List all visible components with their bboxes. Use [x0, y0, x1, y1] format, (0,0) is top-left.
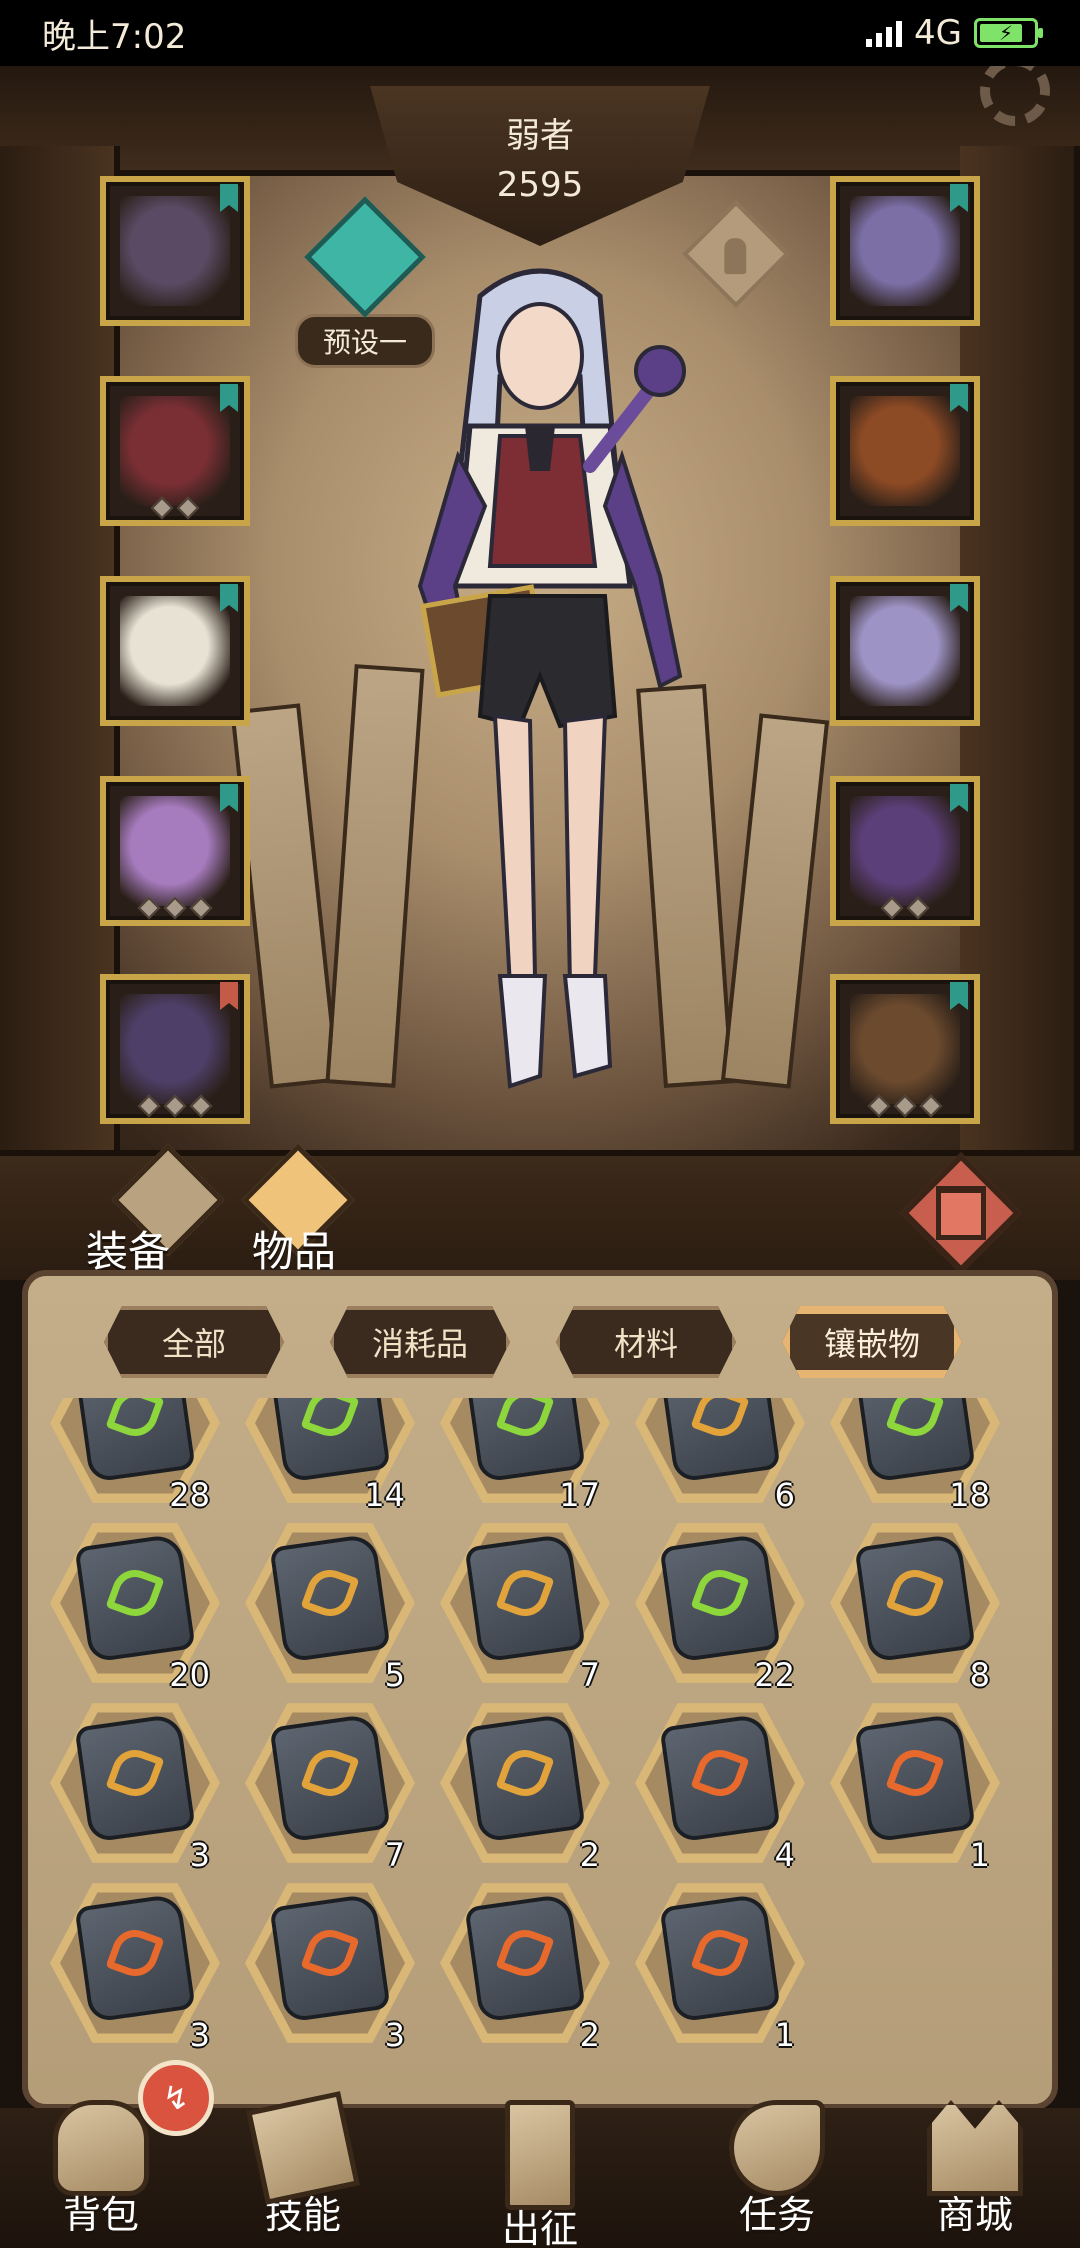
character-title: 弱者 [506, 116, 574, 156]
status-time: 晚上7:02 [42, 16, 187, 57]
power-score: 2595 [496, 165, 584, 205]
item-count: 17 [559, 1476, 600, 1514]
backpack-icon [53, 2100, 149, 2196]
equip-slot-armor[interactable] [100, 376, 250, 526]
nav-skills[interactable]: 技能 [218, 2091, 388, 2239]
item-count: 8 [969, 1656, 990, 1694]
inlay-item[interactable]: 2 [440, 1878, 610, 2054]
inlay-item[interactable]: 8 [830, 1518, 1000, 1694]
item-count: 3 [384, 2016, 405, 2054]
status-bar: 晚上7:02 4G ⚡ [0, 0, 1080, 66]
item-count: 7 [384, 1836, 405, 1874]
inlay-item[interactable]: 1 [635, 1878, 805, 2054]
inlay-item[interactable]: 4 [635, 1698, 805, 1874]
equip-slot-staff[interactable] [830, 776, 980, 926]
inlay-item[interactable]: 17 [440, 1398, 610, 1514]
item-count: 2 [579, 1836, 600, 1874]
nav-label: 出征 [501, 2207, 578, 2248]
filter-materials[interactable]: 材料 [556, 1306, 736, 1378]
item-count: 7 [579, 1656, 600, 1694]
nav-expedition[interactable]: 出征 [455, 2100, 625, 2248]
item-count: 2 [579, 2016, 600, 2054]
item-count: 18 [949, 1476, 990, 1514]
inlay-item[interactable]: 20 [50, 1518, 220, 1694]
item-count: 6 [774, 1476, 795, 1514]
equip-slot-gloves[interactable] [100, 576, 250, 726]
filter-inlays[interactable]: 镶嵌物 [782, 1306, 962, 1378]
shop-crown-icon [927, 2100, 1023, 2196]
inlay-item[interactable]: 3 [50, 1878, 220, 2054]
bracelet-icon [850, 396, 960, 506]
charging-bolt-icon: ⚡ [998, 21, 1014, 45]
spellbook-icon [850, 994, 960, 1104]
quest-horn-icon [729, 2100, 825, 2196]
nav-shop[interactable]: 商城 [890, 2100, 1060, 2239]
item-count: 5 [384, 1656, 405, 1694]
inlay-item[interactable]: 14 [245, 1398, 415, 1514]
item-count: 1 [969, 1836, 990, 1874]
socket-pips [106, 1094, 244, 1118]
item-count: 1 [774, 2016, 795, 2054]
filter-all[interactable]: 全部 [104, 1306, 284, 1378]
socket-pips [836, 1094, 974, 1118]
inlay-item[interactable]: 28 [50, 1398, 220, 1514]
vest-armor-icon [120, 396, 230, 506]
inlay-item[interactable]: 2 [440, 1698, 610, 1874]
inlay-item[interactable]: 3 [245, 1878, 415, 2054]
equip-slot-weapon[interactable] [100, 176, 250, 326]
ring-icon [850, 596, 960, 706]
socket-pips [106, 496, 244, 520]
item-count: 20 [169, 1656, 210, 1694]
item-count: 22 [754, 1656, 795, 1694]
item-count: 14 [364, 1476, 405, 1514]
inlay-grid: 28 14 17 6 18 20 5 7 22 8 3 7 2 4 1 3 3 2 1 [50, 1398, 1030, 2088]
inlay-item[interactable]: 6 [635, 1398, 805, 1514]
nav-quests[interactable]: 任务 [692, 2100, 862, 2239]
inlay-item[interactable]: 7 [245, 1698, 415, 1874]
equip-slot-ring[interactable] [830, 576, 980, 726]
inlay-item[interactable]: 22 [635, 1518, 805, 1694]
battery-charging-icon: ⚡ [974, 18, 1043, 48]
gloves-icon [120, 596, 230, 706]
nav-label: 背包 [62, 2193, 139, 2237]
boots-icon [120, 994, 230, 1104]
status-icons: 4G ⚡ [866, 13, 1043, 53]
item-count: 3 [189, 2016, 210, 2054]
equip-slot-boots[interactable] [100, 974, 250, 1124]
inlay-item[interactable]: 7 [440, 1518, 610, 1694]
inlay-item[interactable]: 3 [50, 1698, 220, 1874]
amulet-icon [850, 196, 960, 306]
filter-consumables[interactable]: 消耗品 [330, 1306, 510, 1378]
sword-map-icon [505, 2100, 575, 2210]
signal-icon [866, 19, 903, 47]
inlay-item[interactable]: 5 [245, 1518, 415, 1694]
staff-icon [850, 796, 960, 906]
equip-slot-amulet[interactable] [830, 176, 980, 326]
character-scene: 弱者 2595 预设一 [0, 66, 1080, 1166]
socket-pips [106, 896, 244, 920]
skill-card-icon [246, 2091, 360, 2205]
character-portrait [417, 268, 686, 1089]
item-count: 28 [169, 1476, 210, 1514]
inlay-item[interactable]: 1 [830, 1698, 1000, 1874]
nav-label: 任务 [738, 2193, 815, 2237]
crossbow-weapon-icon [120, 196, 230, 306]
inlay-item[interactable]: 18 [830, 1398, 1000, 1514]
background-plank [720, 713, 830, 1089]
network-label: 4G [914, 13, 962, 53]
info-figure-icon [724, 238, 747, 275]
equip-slot-pants[interactable] [100, 776, 250, 926]
item-count: 3 [189, 1836, 210, 1874]
socket-pips [836, 896, 974, 920]
item-count: 4 [774, 1836, 795, 1874]
equip-slot-spellbook[interactable] [830, 974, 980, 1124]
pants-icon [120, 796, 230, 906]
trash-icon [936, 1186, 986, 1240]
equip-slot-bracelet[interactable] [830, 376, 980, 526]
notification-badge-icon: ↯ [138, 2060, 214, 2136]
